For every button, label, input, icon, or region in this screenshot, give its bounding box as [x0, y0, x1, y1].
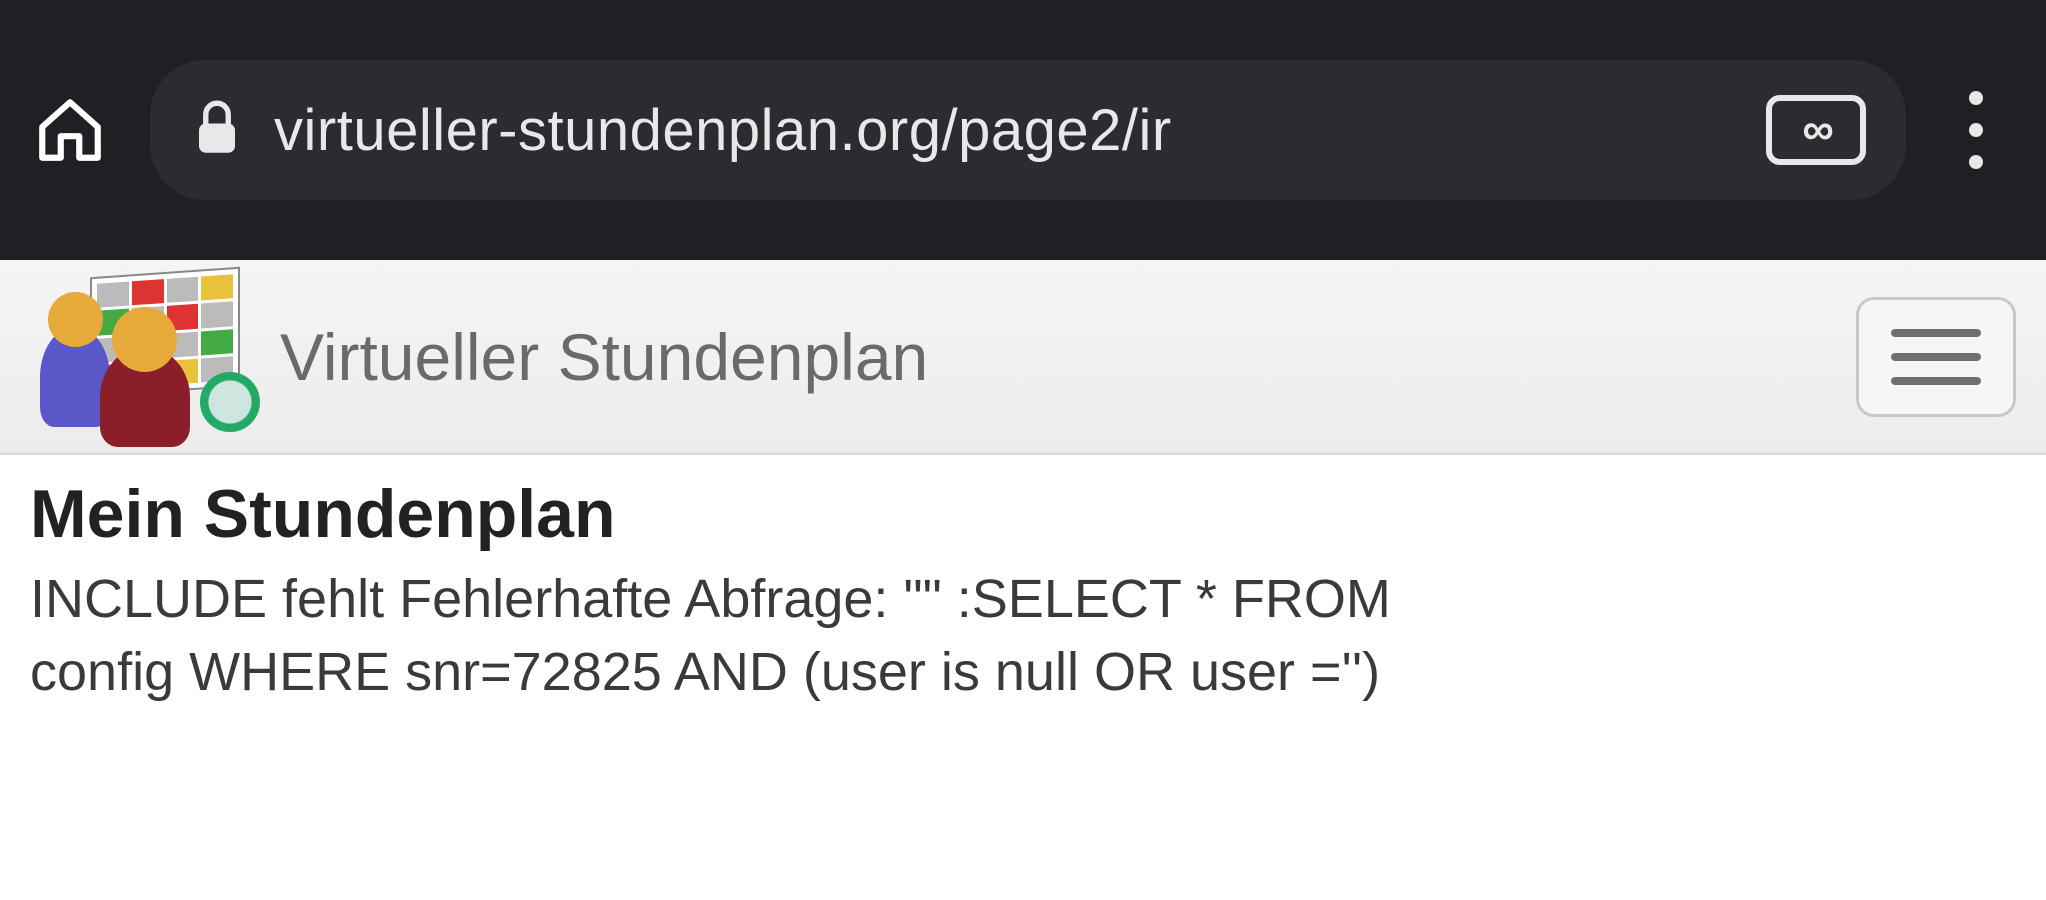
browser-chrome: virtueller-stundenplan.org/page2/ir ∞: [0, 0, 2046, 260]
logo-person-icon: [100, 347, 190, 447]
hamburger-line: [1891, 329, 1981, 337]
reader-mode-button[interactable]: ∞: [1766, 95, 1866, 165]
error-message: INCLUDE fehlt Fehlerhafte Abfrage: "" :S…: [30, 563, 1510, 709]
hamburger-line: [1891, 353, 1981, 361]
nav-toggle-button[interactable]: [1856, 297, 2016, 417]
lock-icon: [190, 96, 244, 165]
browser-menu-button[interactable]: [1946, 80, 2006, 180]
kebab-dot: [1969, 123, 1983, 137]
logo-clock-icon: [200, 372, 260, 432]
site-logo[interactable]: [30, 272, 260, 442]
kebab-dot: [1969, 155, 1983, 169]
site-title[interactable]: Virtueller Stundenplan: [280, 319, 1836, 395]
infinity-icon: ∞: [1802, 105, 1829, 155]
home-icon: [33, 93, 107, 167]
kebab-dot: [1969, 91, 1983, 105]
home-button[interactable]: [30, 90, 110, 170]
site-header: Virtueller Stundenplan: [0, 260, 2046, 455]
url-bar[interactable]: virtueller-stundenplan.org/page2/ir ∞: [150, 60, 1906, 200]
page-heading: Mein Stundenplan: [30, 475, 2016, 553]
page-content: Mein Stundenplan INCLUDE fehlt Fehlerhaf…: [0, 455, 2046, 709]
url-text: virtueller-stundenplan.org/page2/ir: [274, 97, 1716, 164]
hamburger-line: [1891, 377, 1981, 385]
